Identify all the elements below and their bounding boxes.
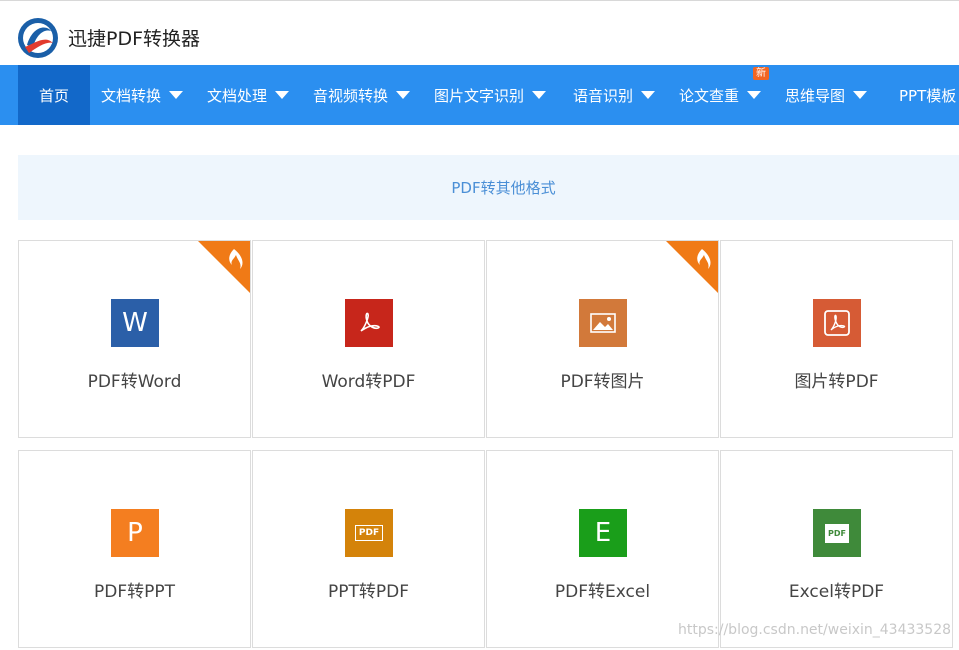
hot-flame-icon — [666, 241, 718, 293]
app-header: 迅捷PDF转换器 — [0, 5, 959, 65]
card-label: Word转PDF — [321, 372, 416, 392]
tool-card-pdf-to-word[interactable]: W PDF转Word — [18, 240, 251, 438]
card-label: PDF转PPT — [93, 582, 175, 602]
card-label: 图片转PDF — [794, 372, 879, 392]
main-nav: 首页 文档转换 文档处理 音视频转换 图片文字识别 语音识别 论文查重 新 思维… — [0, 65, 959, 125]
app-logo-icon — [18, 18, 58, 58]
card-label: Excel转PDF — [788, 582, 885, 602]
app-title: 迅捷PDF转换器 — [68, 28, 201, 50]
new-badge: 新 — [753, 67, 769, 80]
nav-item-label: 音视频转换 — [313, 86, 389, 105]
nav-item-doc-process[interactable]: 文档处理 — [207, 65, 290, 125]
nav-item-doc-convert[interactable]: 文档转换 — [101, 65, 184, 125]
chevron-down-icon — [275, 91, 290, 99]
excel-icon: E — [579, 509, 627, 557]
nav-item-mindmap[interactable]: 思维导图 — [785, 65, 868, 125]
image-icon — [579, 299, 627, 347]
tool-card-word-to-pdf[interactable]: Word转PDF — [252, 240, 485, 438]
section-banner: PDF转其他格式 — [18, 155, 959, 220]
chevron-down-icon — [641, 91, 656, 99]
nav-item-label: 论文查重 — [679, 86, 740, 105]
nav-item-label: 语音识别 — [573, 86, 634, 105]
nav-item-ppt-template[interactable]: PPT模板 — [899, 65, 956, 125]
card-label: PDF转图片 — [560, 372, 645, 392]
ppt-icon: P — [111, 509, 159, 557]
nav-item-home[interactable]: 首页 — [18, 65, 90, 125]
nav-item-plagiarism[interactable]: 论文查重 新 — [679, 65, 769, 125]
pdf-glyph: PDF — [354, 525, 384, 541]
nav-item-av-convert[interactable]: 音视频转换 — [313, 65, 411, 125]
pdf-icon — [345, 299, 393, 347]
nav-item-label: PPT模板 — [899, 86, 957, 105]
chevron-down-icon — [169, 91, 184, 99]
tool-card-pdf-to-image[interactable]: PDF转图片 — [486, 240, 719, 438]
tool-card-pdf-to-ppt[interactable]: P PDF转PPT — [18, 450, 251, 648]
nav-item-label: 图片文字识别 — [434, 86, 525, 105]
nav-item-label: 文档转换 — [101, 86, 162, 105]
ppt-pdf-icon: PDF — [345, 509, 393, 557]
pdf-box-icon — [813, 299, 861, 347]
nav-item-label: 文档处理 — [207, 86, 268, 105]
card-label: PDF转Excel — [554, 582, 651, 602]
nav-item-speech[interactable]: 语音识别 — [573, 65, 656, 125]
nav-item-label: 思维导图 — [785, 86, 846, 105]
excel-pdf-icon: PDF — [813, 509, 861, 557]
tool-card-image-to-pdf[interactable]: 图片转PDF — [720, 240, 953, 438]
chevron-down-icon — [532, 91, 547, 99]
chevron-down-icon — [853, 91, 868, 99]
tool-card-excel-to-pdf[interactable]: PDF Excel转PDF — [720, 450, 953, 648]
hot-flame-icon — [198, 241, 250, 293]
nav-item-label: 首页 — [38, 86, 69, 105]
chevron-down-icon — [396, 91, 411, 99]
card-label: PDF转Word — [87, 372, 182, 392]
nav-item-ocr[interactable]: 图片文字识别 — [434, 65, 547, 125]
word-icon: W — [111, 299, 159, 347]
pdf-glyph: PDF — [825, 523, 849, 543]
watermark: https://blog.csdn.net/weixin_43433528 — [678, 622, 952, 638]
chevron-down-icon — [747, 91, 762, 99]
section-title: PDF转其他格式 — [451, 179, 556, 197]
card-label: PPT转PDF — [327, 582, 409, 602]
tool-card-pdf-to-excel[interactable]: E PDF转Excel — [486, 450, 719, 648]
tool-card-ppt-to-pdf[interactable]: PDF PPT转PDF — [252, 450, 485, 648]
